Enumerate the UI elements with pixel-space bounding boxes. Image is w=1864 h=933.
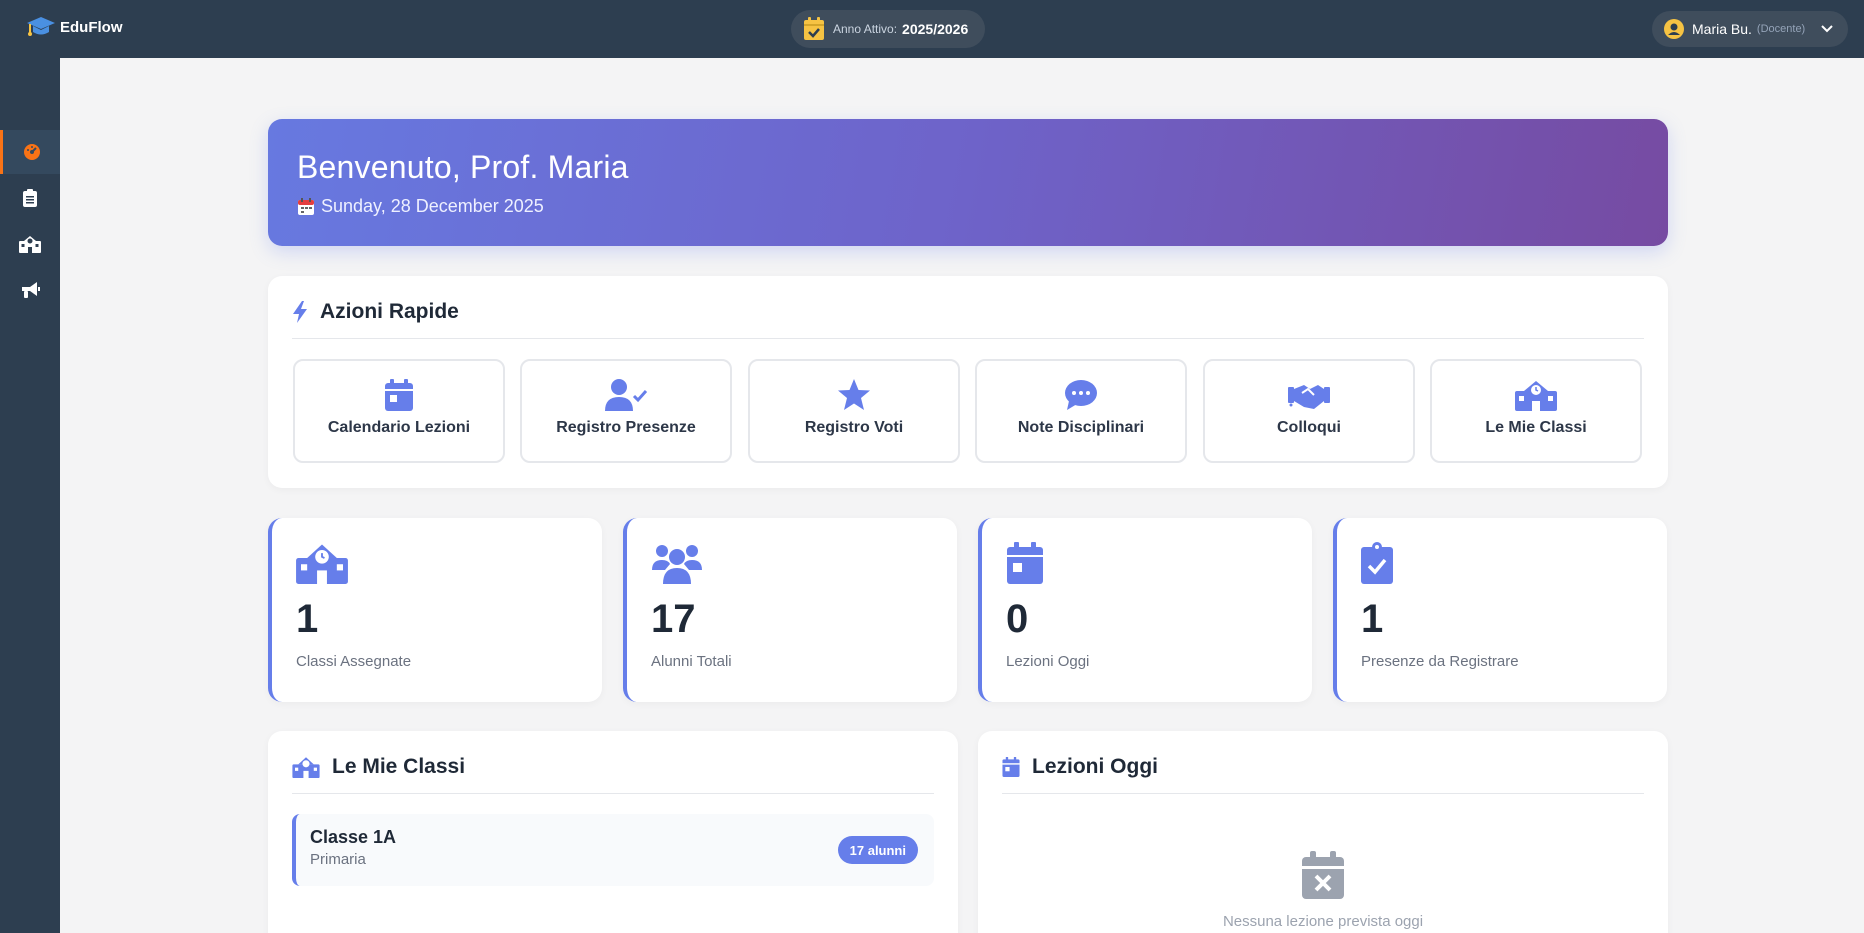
lessons-today-card: Lezioni Oggi Nessuna lezione prevista og… bbox=[978, 731, 1668, 933]
quick-actions-title: Azioni Rapide bbox=[292, 300, 459, 324]
megaphone-icon bbox=[22, 282, 40, 298]
quick-action-label: Le Mie Classi bbox=[1485, 419, 1587, 436]
empty-state: Nessuna lezione prevista oggi bbox=[978, 851, 1668, 930]
school-icon bbox=[1515, 381, 1557, 411]
quick-action-notes[interactable]: Note Disciplinari bbox=[975, 359, 1187, 463]
school-icon bbox=[19, 236, 41, 253]
quick-action-my-classes[interactable]: Le Mie Classi bbox=[1430, 359, 1642, 463]
calendar-x-icon bbox=[1302, 851, 1344, 899]
stat-card-attendance: 1 Presenze da Registrare bbox=[1333, 518, 1667, 702]
stat-label: Lezioni Oggi bbox=[1006, 653, 1090, 670]
divider bbox=[1002, 793, 1644, 794]
my-classes-title: Le Mie Classi bbox=[292, 755, 465, 779]
sidebar-item-dashboard[interactable] bbox=[0, 130, 60, 174]
quick-action-attendance[interactable]: Registro Presenze bbox=[520, 359, 732, 463]
user-name: Maria Bu. bbox=[1692, 21, 1752, 37]
calendar-icon bbox=[1007, 542, 1043, 584]
calendar-icon bbox=[298, 197, 314, 215]
stat-card-students: 17 Alunni Totali bbox=[623, 518, 957, 702]
brand-logo[interactable]: EduFlow bbox=[26, 16, 123, 38]
quick-actions-title-text: Azioni Rapide bbox=[320, 300, 459, 323]
brand-name: EduFlow bbox=[60, 18, 123, 36]
user-avatar-icon bbox=[1664, 19, 1684, 39]
quick-actions-card: Azioni Rapide Calendario Lezioni Registr… bbox=[268, 276, 1668, 488]
school-icon bbox=[292, 757, 320, 778]
sidebar-item-classes[interactable] bbox=[0, 222, 60, 266]
student-count-badge: 17 alunni bbox=[837, 836, 918, 864]
stat-label: Presenze da Registrare bbox=[1361, 653, 1519, 670]
my-classes-title-text: Le Mie Classi bbox=[332, 755, 466, 778]
lessons-today-title-text: Lezioni Oggi bbox=[1032, 755, 1158, 778]
quick-action-meetings[interactable]: Colloqui bbox=[1203, 359, 1415, 463]
stat-card-classes: 1 Classi Assegnate bbox=[268, 518, 602, 702]
handshake-icon bbox=[1288, 385, 1330, 409]
top-bar: EduFlow Anno Attivo: 2025/2026 Maria Bu.… bbox=[0, 0, 1864, 58]
quick-action-label: Registro Voti bbox=[804, 419, 904, 436]
quick-action-calendar[interactable]: Calendario Lezioni bbox=[293, 359, 505, 463]
dashboard-icon bbox=[23, 144, 40, 160]
stat-card-lessons: 0 Lezioni Oggi bbox=[978, 518, 1312, 702]
quick-action-label: Colloqui bbox=[1277, 419, 1341, 436]
stat-value: 1 bbox=[296, 597, 319, 641]
quick-action-label: Calendario Lezioni bbox=[327, 419, 471, 436]
my-classes-card: Le Mie Classi Classe 1A Primaria 17 alun… bbox=[268, 731, 958, 933]
calendar-icon bbox=[1002, 757, 1020, 777]
divider bbox=[292, 338, 1644, 339]
clipboard-icon bbox=[23, 189, 37, 207]
lessons-today-title: Lezioni Oggi bbox=[1002, 755, 1158, 779]
user-role: (Docente) bbox=[1756, 23, 1806, 35]
calendar-check-icon bbox=[804, 17, 824, 40]
sidebar bbox=[0, 58, 60, 933]
star-icon bbox=[838, 379, 870, 410]
chevron-down-icon bbox=[1821, 25, 1833, 33]
quick-action-label: Note Disciplinari bbox=[1017, 419, 1145, 436]
stat-value: 17 bbox=[651, 597, 696, 641]
current-date: Sunday, 28 December 2025 bbox=[297, 196, 1668, 217]
active-year-label: Anno Attivo: bbox=[833, 22, 898, 36]
calendar-icon bbox=[385, 379, 413, 411]
clipboard-check-icon bbox=[1361, 542, 1393, 584]
stat-label: Alunni Totali bbox=[651, 653, 732, 670]
quick-action-label: Registro Presenze bbox=[556, 419, 696, 436]
class-list-item[interactable]: Classe 1A Primaria 17 alunni bbox=[292, 814, 934, 886]
active-year-selector[interactable]: Anno Attivo: 2025/2026 bbox=[791, 10, 985, 48]
school-icon bbox=[296, 544, 348, 584]
graduation-cap-icon bbox=[27, 17, 55, 36]
bolt-icon bbox=[293, 301, 307, 323]
sidebar-item-announcements[interactable] bbox=[0, 268, 60, 312]
sidebar-item-register[interactable] bbox=[0, 176, 60, 220]
stat-value: 0 bbox=[1006, 597, 1029, 641]
empty-state-text: Nessuna lezione prevista oggi bbox=[1222, 913, 1424, 930]
divider bbox=[292, 793, 934, 794]
active-year-value: 2025/2026 bbox=[902, 21, 969, 37]
quick-action-grades[interactable]: Registro Voti bbox=[748, 359, 960, 463]
current-date-text: Sunday, 28 December 2025 bbox=[321, 196, 544, 216]
users-icon bbox=[652, 545, 702, 584]
comment-icon bbox=[1065, 380, 1097, 410]
user-check-icon bbox=[605, 379, 647, 411]
user-menu[interactable]: Maria Bu. (Docente) bbox=[1652, 11, 1848, 47]
stat-value: 1 bbox=[1361, 597, 1384, 641]
welcome-title: Benvenuto, Prof. Maria bbox=[297, 149, 629, 185]
welcome-banner: Benvenuto, Prof. Maria Sunday, 28 Decemb… bbox=[268, 119, 1668, 246]
stat-label: Classi Assegnate bbox=[296, 653, 412, 670]
